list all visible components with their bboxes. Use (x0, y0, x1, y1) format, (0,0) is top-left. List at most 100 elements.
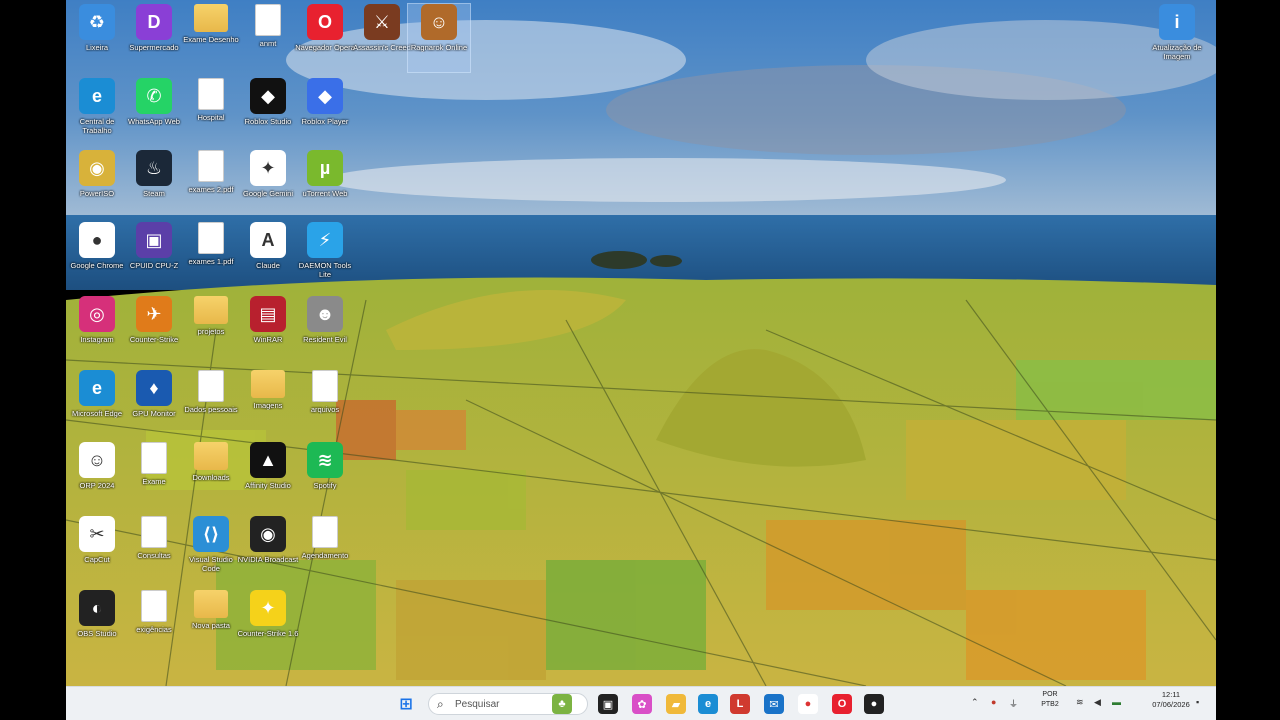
desktop-icon-vscode[interactable]: ⟨⟩ Visual Studio Code (180, 516, 242, 584)
desktop-icon-doc1[interactable]: anmt (237, 4, 299, 72)
desktop-icon-whatsapp[interactable]: ✆ WhatsApp Web (123, 78, 185, 146)
desktop-icon-label: exames 2.pdf (188, 185, 234, 194)
document-icon (198, 150, 224, 182)
desktop-icon-label: Roblox Player (301, 117, 349, 126)
tb-chrome-icon[interactable]: ● (798, 694, 818, 714)
desktop-icon-game1[interactable]: ⚔ Assassin's Creed (351, 4, 413, 72)
desktop-icon-label: ORP 2024 (79, 481, 115, 490)
desktop-icon-doc2[interactable]: Hospital (180, 78, 242, 146)
tb-explorer-icon[interactable]: ▰ (666, 694, 686, 714)
tb-taskview-icon[interactable]: ▣ (598, 694, 618, 714)
desktop-icon-label: WinRAR (253, 335, 283, 344)
game2-icon: ☺ (421, 4, 457, 40)
tb-record-icon[interactable]: ● (864, 694, 884, 714)
desktop-icon-edge2[interactable]: e Microsoft Edge (66, 370, 128, 438)
game1-icon: ⚔ (364, 4, 400, 40)
usb-icon[interactable]: ⏚ (1009, 697, 1018, 710)
desktop-icon-doc6[interactable]: arquivos (294, 370, 356, 438)
desktop-icon-spotify[interactable]: ≋ Spotify (294, 442, 356, 510)
desktop-icon-label: Agendamento (301, 551, 349, 560)
triangle-icon: ▲ (250, 442, 286, 478)
tb-office-icon[interactable]: L (730, 694, 750, 714)
system-clock[interactable]: 12:11 07/06/2026 (1151, 690, 1191, 710)
tray-app-icon[interactable]: ● (991, 697, 996, 707)
desktop-icon-folder5[interactable]: Nova pasta (180, 590, 242, 658)
desktop-icon-recycle[interactable]: ♻ Lixeira (66, 4, 128, 72)
desktop-icon-instagram[interactable]: ◎ Instagram (66, 296, 128, 364)
desktop-icon-label: WhatsApp Web (128, 117, 180, 126)
desktop-icon-topright[interactable]: i Atualização de Imagem (1146, 4, 1208, 72)
desktop-icon-game3[interactable]: ☻ Resident Evil (294, 296, 356, 364)
desktop-icon-doc7[interactable]: Exame (123, 442, 185, 510)
windows-start-icon[interactable]: ⊞ (396, 694, 416, 714)
desktop-icon-doc4[interactable]: exames 1.pdf (180, 222, 242, 290)
desktop-icon-game2[interactable]: ☺ Ragnarok Online (407, 3, 471, 73)
desktop-icon-obs[interactable]: ◐ OBS Studio (66, 590, 128, 658)
battery-icon[interactable]: ▬ (1112, 697, 1121, 707)
desktop-icon-doc8[interactable]: Consultas (123, 516, 185, 584)
desktop-icon-photo1[interactable]: ☺ ORP 2024 (66, 442, 128, 510)
desktop-icon-edge1[interactable]: e Central de Trabalho (66, 78, 128, 146)
chevron-up-icon[interactable]: ⌃ (971, 697, 979, 708)
tb-game-icon[interactable]: ♣ (552, 694, 572, 714)
desktop-icon-cs1[interactable]: ✈ Counter-Strike (123, 296, 185, 364)
tb-copilot-icon[interactable]: ✿ (632, 694, 652, 714)
desktop-icon-label: Exame (142, 477, 166, 486)
desktop-icon-gpu[interactable]: ♦ GPU Monitor (123, 370, 185, 438)
desktop-icon-doc5[interactable]: Dados pessoais (180, 370, 242, 438)
folder-icon (194, 590, 228, 618)
gpu-icon: ♦ (136, 370, 172, 406)
volume-icon[interactable]: ◀ (1094, 697, 1101, 708)
desktop-icon-doc9[interactable]: Agendamento (294, 516, 356, 584)
desktop-icon-capcut[interactable]: ✂ CapCut (66, 516, 128, 584)
desktop-icon-daemon[interactable]: ⚡ DAEMON Tools Lite (294, 222, 356, 290)
desktop-icon-folder1[interactable]: Exame Desenho (180, 4, 242, 72)
desktop-icon-label: Hospital (197, 113, 225, 122)
obscam-icon: ◉ (250, 516, 286, 552)
cpuz-icon: ▣ (136, 222, 172, 258)
desktop-icon-obscam[interactable]: ◉ NVIDIA Broadcast (237, 516, 299, 584)
desktop-icon-gemini[interactable]: ✦ Google Gemini (237, 150, 299, 218)
desktop-icon-folder3[interactable]: Imagens (237, 370, 299, 438)
disc-icon: ◉ (79, 150, 115, 186)
capcut-icon: ✂ (79, 516, 115, 552)
desktop-icon-utorrent[interactable]: µ uTorrent Web (294, 150, 356, 218)
desktop-icon-winrar[interactable]: ▤ WinRAR (237, 296, 299, 364)
daemon-icon: ⚡ (307, 222, 343, 258)
tb-edge-icon[interactable]: e (698, 694, 718, 714)
desktop-icon-chrome[interactable]: ● Google Chrome (66, 222, 128, 290)
roblox1-icon: ◆ (250, 78, 286, 114)
utorrent-icon: µ (307, 150, 343, 186)
desktop-icon-steam[interactable]: ♨ Steam (123, 150, 185, 218)
desktop-icon-disc[interactable]: ◉ PowerISO (66, 150, 128, 218)
notification-icon[interactable]: ▪ (1196, 697, 1199, 707)
desktop-icon-cpuz[interactable]: ▣ CPUID CPU-Z (123, 222, 185, 290)
desktop-icon-triangle[interactable]: ▲ Affinity Studio (237, 442, 299, 510)
desktop-icon-opera[interactable]: O Navegador Opera (294, 4, 356, 72)
desktop-icon-deezer[interactable]: D Supermercado (123, 4, 185, 72)
wifi-icon[interactable]: ≋ (1076, 697, 1084, 708)
desktop-icon-label: OBS Studio (77, 629, 117, 638)
desktop-icon-label: GPU Monitor (132, 409, 176, 418)
desktop-icon-label: Central de Trabalho (79, 117, 115, 135)
desktop-icon-folder4[interactable]: Downloads (180, 442, 242, 510)
desktop-icon-claude[interactable]: A Claude (237, 222, 299, 290)
desktop-icon-folder2[interactable]: projetos (180, 296, 242, 364)
tb-mail-icon[interactable]: ✉ (764, 694, 784, 714)
desktop-icon-roblox1[interactable]: ◆ Roblox Studio (237, 78, 299, 146)
desktop-icon-cs2[interactable]: ✦ Counter-Strike 1.6 (237, 590, 299, 658)
desktop-icon-doc3[interactable]: exames 2.pdf (180, 150, 242, 218)
tb-opera-icon[interactable]: O (832, 694, 852, 714)
desktop-icon-label: Dados pessoais (184, 405, 238, 414)
desktop-icon-label: Visual Studio Code (189, 555, 233, 573)
desktop-icon-roblox2[interactable]: ◆ Roblox Player (294, 78, 356, 146)
desktop-icon-label: Resident Evil (303, 335, 347, 344)
desktop-icon-doc10[interactable]: exigências (123, 590, 185, 658)
edge1-icon: e (79, 78, 115, 114)
desktop-icon-label: arquivos (310, 405, 340, 414)
document-icon (255, 4, 281, 36)
claude-icon: A (250, 222, 286, 258)
cs2-icon: ✦ (250, 590, 286, 626)
language-indicator[interactable]: POR PTB2 (1036, 690, 1064, 710)
document-icon (312, 370, 338, 402)
